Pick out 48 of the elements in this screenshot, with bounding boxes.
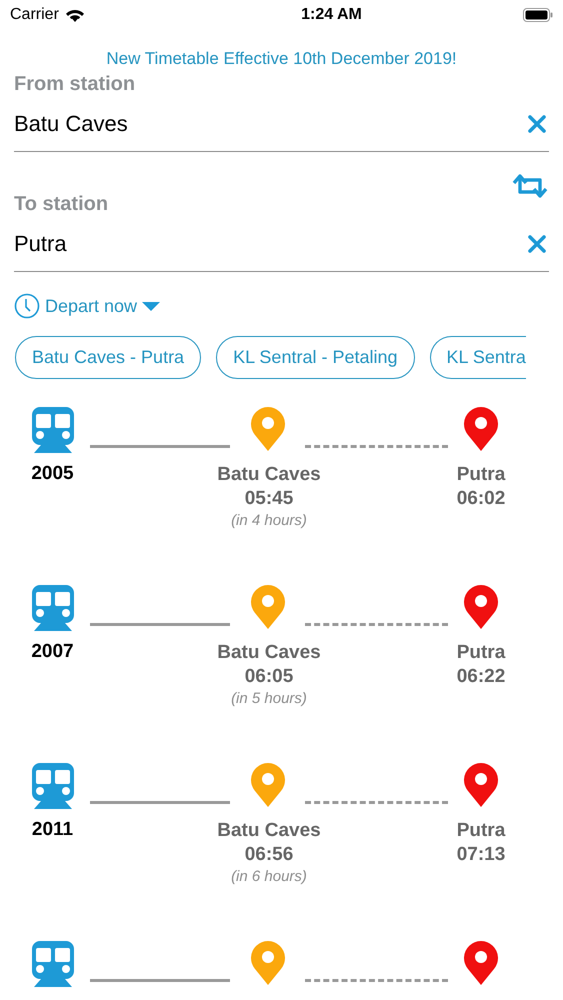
location-pin-icon [250, 585, 284, 629]
departure-time: 05:45 [244, 487, 294, 511]
relative-time: (in 5 hours) [231, 689, 307, 709]
location-pin-icon [464, 941, 498, 985]
location-pin-icon [464, 585, 498, 629]
depart-dropdown[interactable]: Depart now [14, 293, 160, 319]
route-chip[interactable]: KL Sentral - Petaling [216, 336, 415, 379]
train-number: 2007 [31, 641, 74, 663]
train-icon [32, 585, 74, 631]
location-pin-icon [250, 941, 284, 985]
clock-time: 1:24 AM [301, 6, 362, 24]
relative-time: (in 4 hours) [231, 511, 307, 531]
train-number: 2005 [31, 463, 74, 485]
field-label: To station [14, 193, 110, 217]
carrier-label: Carrier [10, 6, 59, 24]
clock-icon [14, 293, 40, 319]
route-chip[interactable]: KL Sentra [430, 336, 526, 379]
station-name: Batu Caves [217, 641, 321, 665]
wifi-icon [64, 8, 85, 22]
clear-icon[interactable] [527, 114, 547, 134]
swap-icon[interactable] [512, 174, 548, 198]
station-name: Putra [456, 819, 506, 843]
arrival-time: 06:02 [456, 487, 506, 511]
field-label: From station [14, 73, 136, 97]
train-icon [32, 941, 74, 987]
caret-icon [142, 302, 160, 310]
station-name: Batu Caves [217, 819, 321, 843]
route-chip[interactable]: Batu Caves - Putra [15, 336, 202, 379]
input-field[interactable]: Putra [14, 217, 549, 272]
station-name: Batu Caves [217, 463, 321, 487]
timetable-notice[interactable]: New Timetable Effective 10th December 2019! [0, 49, 563, 71]
departure-time: 06:05 [244, 665, 294, 689]
departure-time: 06:56 [244, 843, 294, 867]
clear-icon[interactable] [527, 234, 547, 254]
relative-time: (in 6 hours) [231, 867, 307, 887]
location-pin-icon [250, 763, 284, 807]
input-field[interactable]: Batu Caves [14, 97, 549, 152]
station-name: Putra [456, 463, 506, 487]
station-name: Putra [456, 641, 506, 665]
location-pin-icon [464, 407, 498, 451]
arrival-time: 07:13 [456, 843, 506, 867]
train-number: 2011 [32, 819, 74, 841]
train-icon [32, 407, 74, 453]
location-pin-icon [250, 407, 284, 451]
arrival-time: 06:22 [456, 665, 506, 689]
train-icon [32, 763, 74, 809]
battery-icon [522, 8, 553, 22]
location-pin-icon [464, 763, 498, 807]
